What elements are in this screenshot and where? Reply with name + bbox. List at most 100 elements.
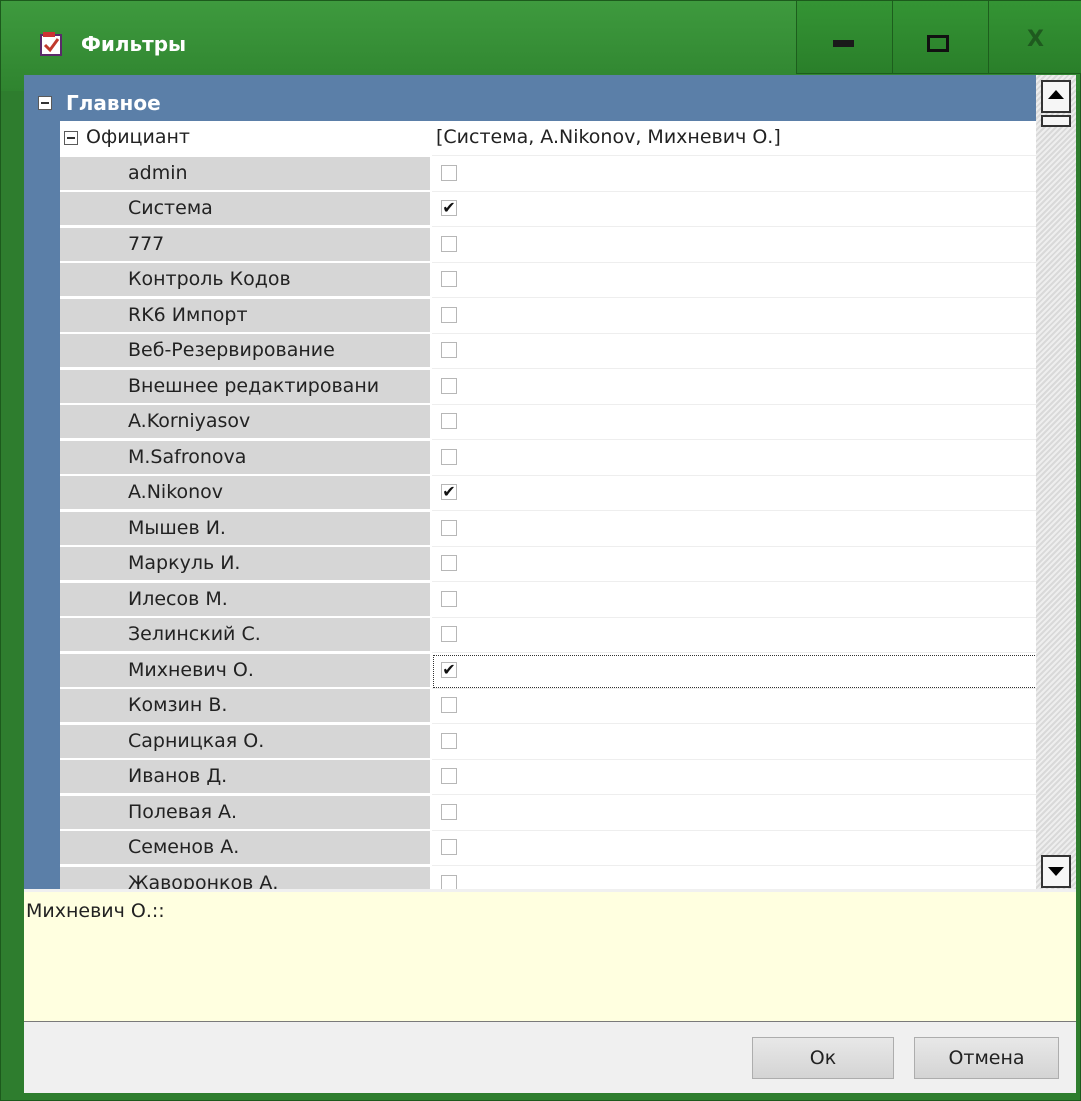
item-row[interactable]: Мышев И. [60, 512, 1038, 547]
item-checkbox[interactable] [441, 413, 457, 429]
item-value-cell[interactable] [432, 512, 1038, 547]
item-value-cell[interactable] [432, 796, 1038, 831]
item-value-cell[interactable] [432, 618, 1038, 653]
item-value-cell[interactable] [432, 157, 1038, 192]
ok-button[interactable]: Ок [752, 1037, 894, 1079]
item-checkbox[interactable]: ✔ [441, 200, 457, 216]
item-row[interactable]: Семенов А. [60, 831, 1038, 866]
property-value: [Система, A.Nikonov, Михневич О.] [436, 126, 781, 148]
minimize-button[interactable] [796, 1, 892, 74]
item-checkbox[interactable] [441, 307, 457, 323]
category-header[interactable]: Главное [24, 85, 1034, 121]
item-row[interactable]: Жаворонков А. [60, 867, 1038, 889]
item-row[interactable]: A.Korniyasov [60, 405, 1038, 440]
item-name-cell: Полевая А. [60, 796, 430, 830]
item-label: Жаворонков А. [128, 872, 279, 889]
item-name-cell: Илесов М. [60, 583, 430, 617]
item-row[interactable]: Внешнее редактировани [60, 370, 1038, 405]
item-checkbox[interactable] [441, 165, 457, 181]
scroll-thumb[interactable] [1041, 115, 1071, 127]
item-value-cell[interactable]: ✔ [432, 654, 1038, 689]
item-name-cell: admin [60, 157, 430, 191]
item-name-cell: M.Safronova [60, 441, 430, 475]
item-checkbox[interactable] [441, 449, 457, 465]
item-value-cell[interactable] [432, 831, 1038, 866]
property-row-waiter[interactable]: Официант [Система, A.Nikonov, Михневич О… [60, 121, 1038, 156]
close-button[interactable]: X [988, 1, 1081, 74]
item-row[interactable]: A.Nikonov ✔ [60, 476, 1038, 511]
item-value-cell[interactable] [432, 263, 1038, 298]
item-value-cell[interactable]: ✔ [432, 476, 1038, 511]
item-checkbox[interactable] [441, 342, 457, 358]
item-checkbox[interactable] [441, 733, 457, 749]
item-checkbox[interactable] [441, 804, 457, 820]
item-label: Веб-Резервирование [128, 339, 335, 361]
scroll-up-button[interactable] [1041, 80, 1071, 113]
item-checkbox[interactable]: ✔ [441, 484, 457, 500]
item-checkbox[interactable] [441, 378, 457, 394]
category-label: Главное [66, 91, 161, 115]
item-row[interactable]: M.Safronova [60, 441, 1038, 476]
collapse-icon[interactable] [64, 131, 78, 145]
item-checkbox[interactable] [441, 839, 457, 855]
cancel-button[interactable]: Отмена [914, 1037, 1059, 1079]
item-checkbox[interactable] [441, 626, 457, 642]
item-row[interactable]: admin [60, 157, 1038, 192]
minimize-icon [833, 40, 854, 47]
item-value-cell[interactable] [432, 689, 1038, 724]
item-checkbox[interactable] [441, 555, 457, 571]
item-name-cell: Контроль Кодов [60, 263, 430, 297]
item-value-cell[interactable] [432, 547, 1038, 582]
item-value-cell[interactable] [432, 760, 1038, 795]
filters-window: Фильтры X Главное Официант [Система, A.N… [0, 0, 1081, 1101]
item-value-cell[interactable] [432, 867, 1038, 889]
item-checkbox[interactable] [441, 271, 457, 287]
item-row[interactable]: Система ✔ [60, 192, 1038, 227]
dialog-content: Главное Официант [Система, A.Nikonov, Ми… [24, 75, 1076, 1093]
item-value-cell[interactable]: ✔ [432, 192, 1038, 227]
item-checkbox[interactable] [441, 236, 457, 252]
item-label: Илесов М. [128, 588, 228, 610]
arrow-down-icon [1048, 867, 1064, 876]
item-checkbox[interactable] [441, 875, 457, 889]
item-row[interactable]: Маркуль И. [60, 547, 1038, 582]
item-value-cell[interactable] [432, 583, 1038, 618]
item-name-cell: Маркуль И. [60, 547, 430, 581]
item-value-cell[interactable] [432, 334, 1038, 369]
item-row[interactable]: Полевая А. [60, 796, 1038, 831]
item-row[interactable]: RK6 Импорт [60, 299, 1038, 334]
scroll-down-button[interactable] [1041, 855, 1071, 888]
item-checkbox[interactable] [441, 697, 457, 713]
item-value-cell[interactable] [432, 228, 1038, 263]
item-row[interactable]: Иванов Д. [60, 760, 1038, 795]
maximize-button[interactable] [892, 1, 988, 74]
item-row[interactable]: Сарницкая О. [60, 725, 1038, 760]
item-row[interactable]: Комзин В. [60, 689, 1038, 724]
item-checkbox[interactable] [441, 520, 457, 536]
item-name-cell: Система [60, 192, 430, 226]
item-value-cell[interactable] [432, 441, 1038, 476]
item-label: Семенов А. [128, 836, 240, 858]
vertical-scrollbar[interactable] [1036, 75, 1076, 889]
item-label: Контроль Кодов [128, 268, 291, 290]
item-checkbox[interactable] [441, 591, 457, 607]
item-row[interactable]: Контроль Кодов [60, 263, 1038, 298]
item-row[interactable]: Михневич О. ✔ [60, 654, 1038, 689]
item-row[interactable]: Зелинский С. [60, 618, 1038, 653]
checklist-icon [40, 32, 62, 56]
item-value-cell[interactable] [432, 405, 1038, 440]
item-value-cell[interactable] [432, 370, 1038, 405]
item-value-cell[interactable] [432, 725, 1038, 760]
item-label: admin [128, 162, 188, 184]
item-name-cell: Иванов Д. [60, 760, 430, 794]
item-checkbox[interactable] [441, 768, 457, 784]
item-checkbox[interactable]: ✔ [441, 662, 457, 678]
property-value-cell[interactable]: [Система, A.Nikonov, Михневич О.] [432, 121, 1038, 156]
item-row[interactable]: Веб-Резервирование [60, 334, 1038, 369]
item-value-cell[interactable] [432, 299, 1038, 334]
item-label: Иванов Д. [128, 765, 228, 787]
item-row[interactable]: Илесов М. [60, 583, 1038, 618]
item-label: Внешнее редактировани [128, 375, 380, 397]
collapse-icon[interactable] [38, 96, 52, 110]
item-row[interactable]: 777 [60, 228, 1038, 263]
